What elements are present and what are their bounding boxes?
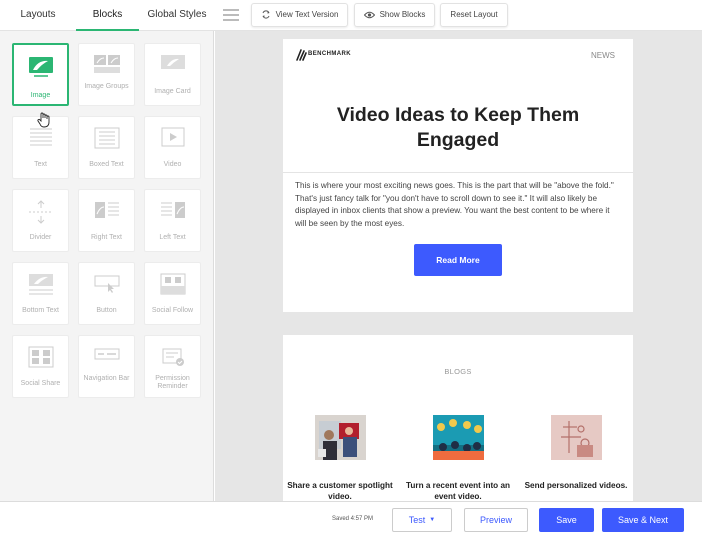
email-canvas: BENCHMARK NEWS Video Ideas to Keep Them …	[215, 31, 702, 501]
reset-layout-button[interactable]: Reset Layout	[440, 3, 508, 27]
block-label: Boxed Text	[89, 161, 124, 168]
block-label: Image Card	[154, 88, 191, 95]
image-groups-icon	[93, 55, 120, 73]
social-follow-icon	[160, 273, 185, 295]
block-image-groups[interactable]: Image Groups	[78, 43, 135, 106]
headline[interactable]: Video Ideas to Keep Them Engaged	[303, 103, 613, 153]
block-label: Social Share	[20, 380, 61, 387]
view-text-version-label: View Text Version	[275, 10, 339, 19]
block-label: Permission Reminder	[155, 375, 190, 390]
block-label: Bottom Text	[22, 307, 59, 314]
eye-icon	[363, 11, 375, 19]
block-label: Image	[30, 92, 51, 99]
block-image[interactable]: Image	[12, 43, 69, 106]
save-button[interactable]: Save	[539, 508, 594, 532]
boxed-text-icon	[94, 127, 119, 149]
left-text-icon	[160, 202, 185, 218]
blog-title: Share a customer spotlight video.	[287, 481, 393, 501]
block-label: Right Text	[91, 234, 122, 241]
video-icon	[161, 127, 184, 147]
permission-reminder-icon	[162, 348, 184, 366]
block-divider[interactable]: Divider	[12, 189, 69, 252]
right-text-icon	[94, 202, 119, 218]
tab-layouts[interactable]: Layouts	[10, 0, 66, 31]
block-right-text[interactable]: Right Text	[78, 189, 135, 252]
image-card-icon	[160, 55, 185, 69]
divider-icon	[28, 200, 53, 224]
saved-status: Saved 4:57 PM	[332, 516, 374, 522]
block-bottom-text[interactable]: Bottom Text	[12, 262, 69, 325]
footer-bar: Saved 4:57 PM Test ▼ Preview Save Save & …	[0, 501, 702, 536]
top-bar: Layouts Blocks Global Styles View Text V…	[0, 0, 702, 31]
block-label: Video	[163, 161, 182, 168]
blog-title: Turn a recent event into an event video.	[405, 481, 511, 501]
text-icon	[29, 128, 52, 146]
blog-item[interactable]: Send personalized videos.	[521, 415, 631, 491]
block-label: Left Text	[159, 234, 186, 241]
logo-text: BENCHMARK	[308, 51, 351, 57]
refresh-icon	[262, 10, 270, 19]
image-icon	[28, 57, 53, 77]
block-image-card[interactable]: Image Card	[144, 43, 201, 106]
block-label: Navigation Bar	[83, 375, 130, 382]
body-text[interactable]: This is where your most exciting news go…	[295, 180, 617, 230]
caret-down-icon: ▼	[429, 517, 436, 524]
blog-image-event-video[interactable]	[432, 415, 484, 460]
show-blocks-button[interactable]: Show Blocks	[354, 3, 435, 27]
blogs-label: BLOGS	[444, 367, 472, 376]
block-label: Image Groups	[84, 83, 129, 90]
button-icon	[94, 275, 119, 293]
block-video[interactable]: Video	[144, 116, 201, 179]
blog-title: Send personalized videos.	[524, 481, 628, 490]
block-permission-reminder[interactable]: Permission Reminder	[144, 335, 201, 398]
hand-cursor-icon	[37, 112, 50, 128]
show-blocks-label: Show Blocks	[379, 10, 426, 19]
preview-button[interactable]: Preview	[464, 508, 528, 532]
news-block[interactable]: BENCHMARK NEWS Video Ideas to Keep Them …	[283, 39, 633, 312]
social-share-icon	[28, 346, 53, 368]
block-button[interactable]: Button	[78, 262, 135, 325]
block-label: Social Follow	[151, 307, 194, 314]
block-label: Text	[34, 161, 47, 168]
block-social-share[interactable]: Social Share	[12, 335, 69, 398]
bottom-text-icon	[28, 274, 53, 295]
save-and-next-button[interactable]: Save & Next	[602, 508, 684, 532]
section-divider	[283, 172, 633, 173]
block-social-follow[interactable]: Social Follow	[144, 262, 201, 325]
block-left-text[interactable]: Left Text	[144, 189, 201, 252]
test-dropdown[interactable]: Test ▼	[392, 508, 452, 532]
block-navigation-bar[interactable]: Navigation Bar	[78, 335, 135, 398]
tab-blocks[interactable]: Blocks	[76, 0, 139, 31]
blog-item[interactable]: Share a customer spotlight video.	[285, 415, 395, 501]
test-label: Test	[408, 515, 426, 525]
blogs-block[interactable]: BLOGS Share a customer spotlight video. …	[283, 335, 633, 501]
block-boxed-text[interactable]: Boxed Text	[78, 116, 135, 179]
read-more-button[interactable]: Read More	[414, 244, 502, 276]
blocks-sidebar: Image Image Groups Image Card Text Boxed…	[0, 31, 214, 501]
blog-image-personalized-videos[interactable]	[550, 415, 602, 460]
view-text-version-button[interactable]: View Text Version	[251, 3, 348, 27]
block-label: Divider	[29, 234, 52, 241]
benchmark-logo-icon	[296, 49, 307, 61]
tab-global-styles[interactable]: Global Styles	[140, 0, 214, 31]
news-label: NEWS	[591, 51, 615, 60]
blog-image-customer-spotlight[interactable]	[314, 415, 366, 460]
block-label: Button	[96, 307, 117, 314]
navigation-bar-icon	[94, 348, 119, 360]
menu-icon[interactable]	[223, 9, 239, 21]
blog-item[interactable]: Turn a recent event into an event video.	[403, 415, 513, 501]
